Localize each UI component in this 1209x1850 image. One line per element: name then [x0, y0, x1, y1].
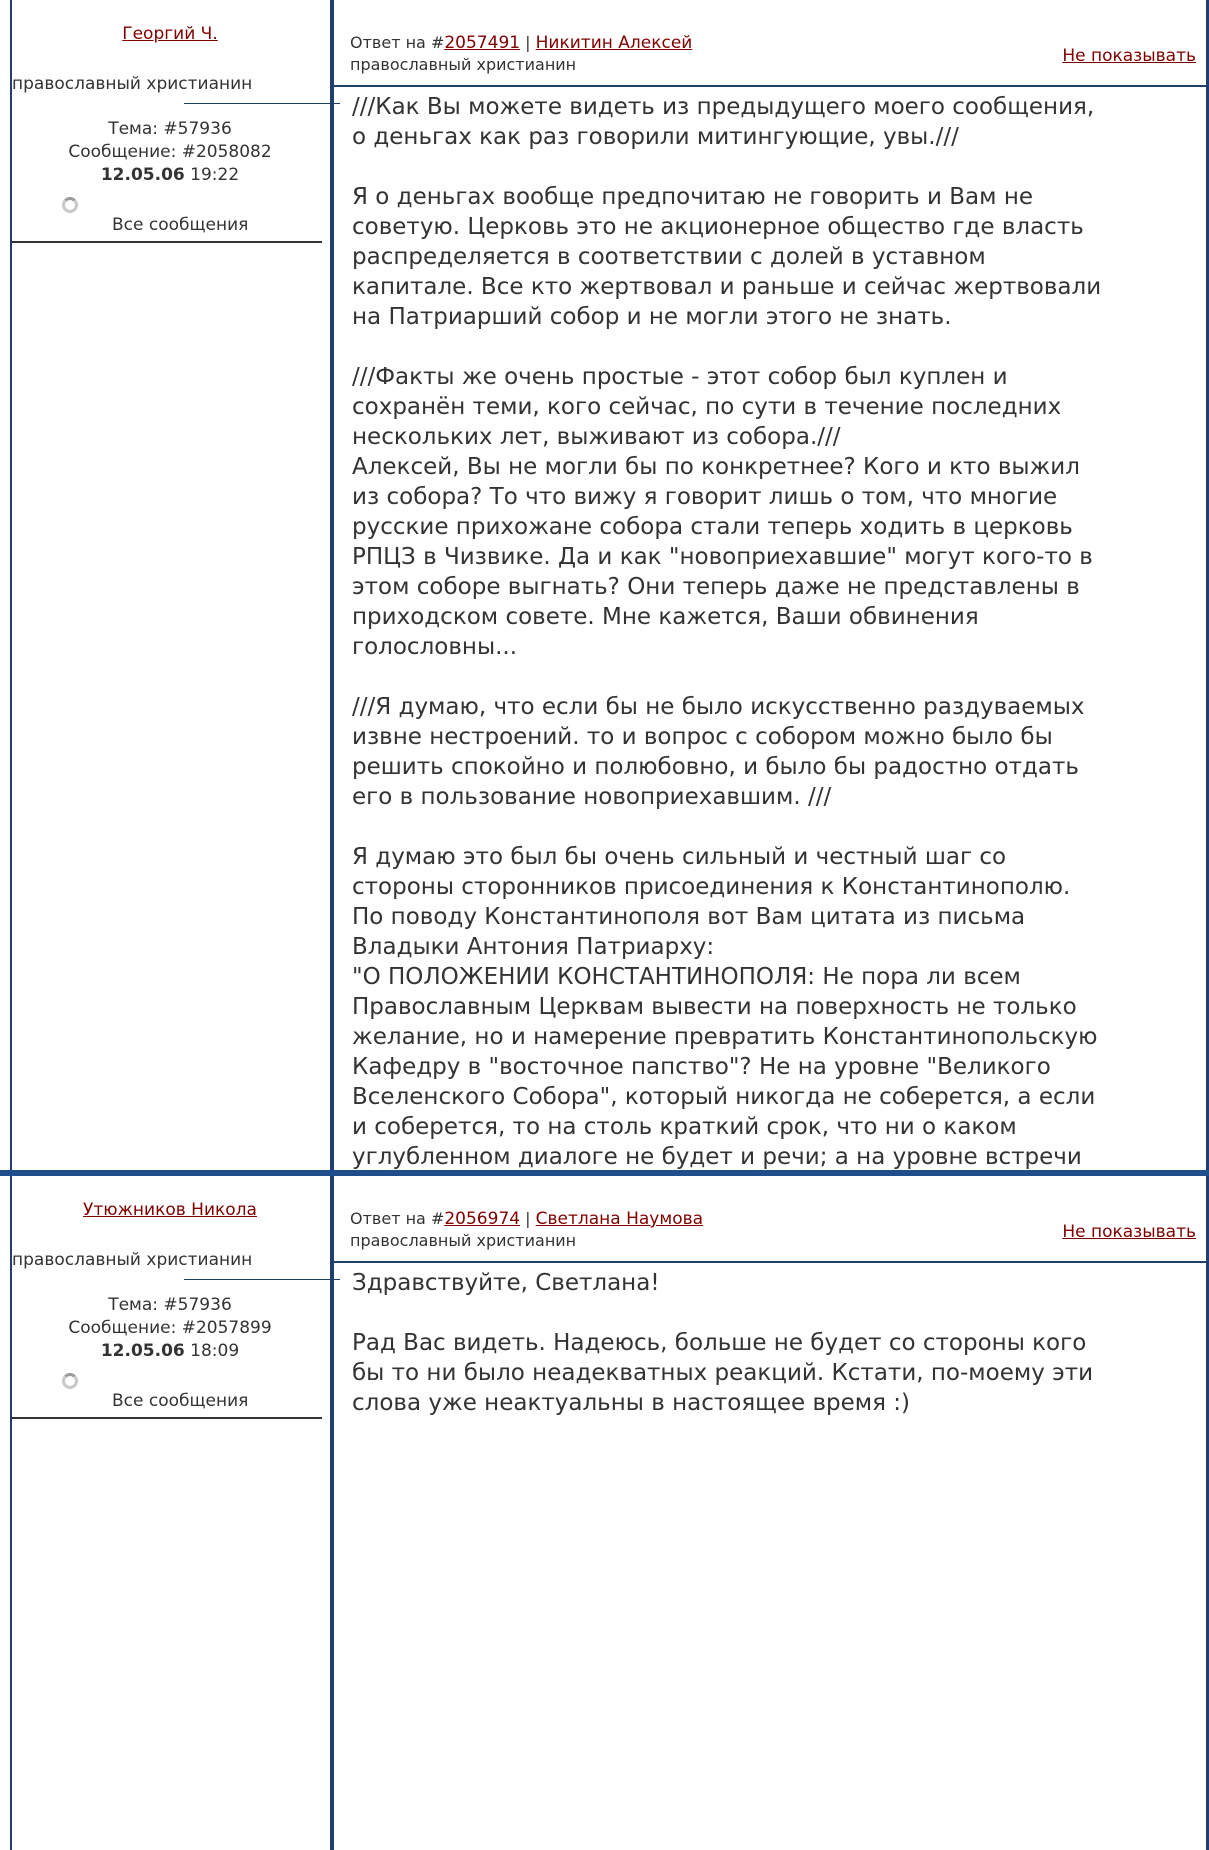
author-panel: Георгий Ч. православный христианин Тема:…	[12, 0, 340, 243]
forum-post: Утюжников Никола православный христианин…	[0, 1176, 1209, 1850]
reply-message-link[interactable]: 2057491	[444, 33, 520, 53]
message-id: Сообщение: #2058082	[68, 142, 272, 162]
post-header: Ответ на #2056974 | Светлана Наумова пра…	[338, 1176, 1206, 1261]
header-divider	[334, 1261, 1206, 1263]
hide-button[interactable]: Не показывать	[1062, 1222, 1196, 1242]
post-header: Ответ на #2057491 | Никитин Алексей прав…	[338, 0, 1206, 85]
all-messages-row: Все сообщения	[12, 191, 328, 243]
message-id: Сообщение: #2057899	[68, 1318, 272, 1338]
reply-separator: |	[520, 33, 536, 52]
post-time: 19:22	[190, 165, 240, 185]
post-meta: Тема: #57936 Сообщение: #2057899 12.05.0…	[12, 1294, 328, 1363]
forum-post: Георгий Ч. православный христианин Тема:…	[0, 0, 1209, 1380]
loading-spinner-icon	[62, 1373, 78, 1389]
reply-info: Ответ на #2056974 | Светлана Наумова пра…	[350, 1208, 730, 1251]
post-datetime: 12.05.06 19:22	[12, 164, 328, 187]
post-meta: Тема: #57936 Сообщение: #2058082 12.05.0…	[12, 118, 328, 187]
author-link[interactable]: Георгий Ч.	[12, 0, 328, 44]
divider	[12, 241, 322, 243]
header-divider	[334, 85, 1206, 87]
post-date: 12.05.06	[100, 1341, 185, 1361]
post-body: Здравствуйте, Светлана! Рад Вас видеть. …	[352, 1270, 1094, 1416]
reply-separator: |	[520, 1209, 536, 1228]
column-divider	[330, 0, 334, 1170]
author-link[interactable]: Утюжников Никола	[12, 1176, 328, 1220]
loading-spinner-icon	[62, 197, 78, 213]
topic-id: Тема: #57936	[108, 1295, 232, 1315]
author-role: православный христианин	[12, 74, 340, 104]
author-panel: Утюжников Никола православный христианин…	[12, 1176, 340, 1419]
reply-info: Ответ на #2057491 | Никитин Алексей прав…	[350, 32, 730, 75]
post-time: 18:09	[190, 1341, 240, 1361]
post-date: 12.05.06	[100, 165, 185, 185]
topic-id: Тема: #57936	[108, 119, 232, 139]
reply-author-role: православный христианин	[350, 55, 577, 74]
column-divider	[330, 1176, 334, 1850]
reply-prefix: Ответ на #	[350, 33, 445, 52]
reply-author-link[interactable]: Светлана Наумова	[536, 1209, 703, 1229]
reply-message-link[interactable]: 2056974	[444, 1209, 520, 1229]
all-messages-link[interactable]: Все сообщения	[112, 1391, 248, 1411]
reply-prefix: Ответ на #	[350, 1209, 445, 1228]
reply-author-link[interactable]: Никитин Алексей	[536, 33, 693, 53]
all-messages-link[interactable]: Все сообщения	[112, 215, 248, 235]
divider	[12, 1417, 322, 1419]
hide-button[interactable]: Не показывать	[1062, 46, 1196, 66]
post-datetime: 12.05.06 18:09	[12, 1340, 328, 1363]
reply-author-role: православный христианин	[350, 1231, 577, 1250]
author-role: православный христианин	[12, 1250, 340, 1280]
all-messages-row: Все сообщения	[12, 1367, 328, 1419]
